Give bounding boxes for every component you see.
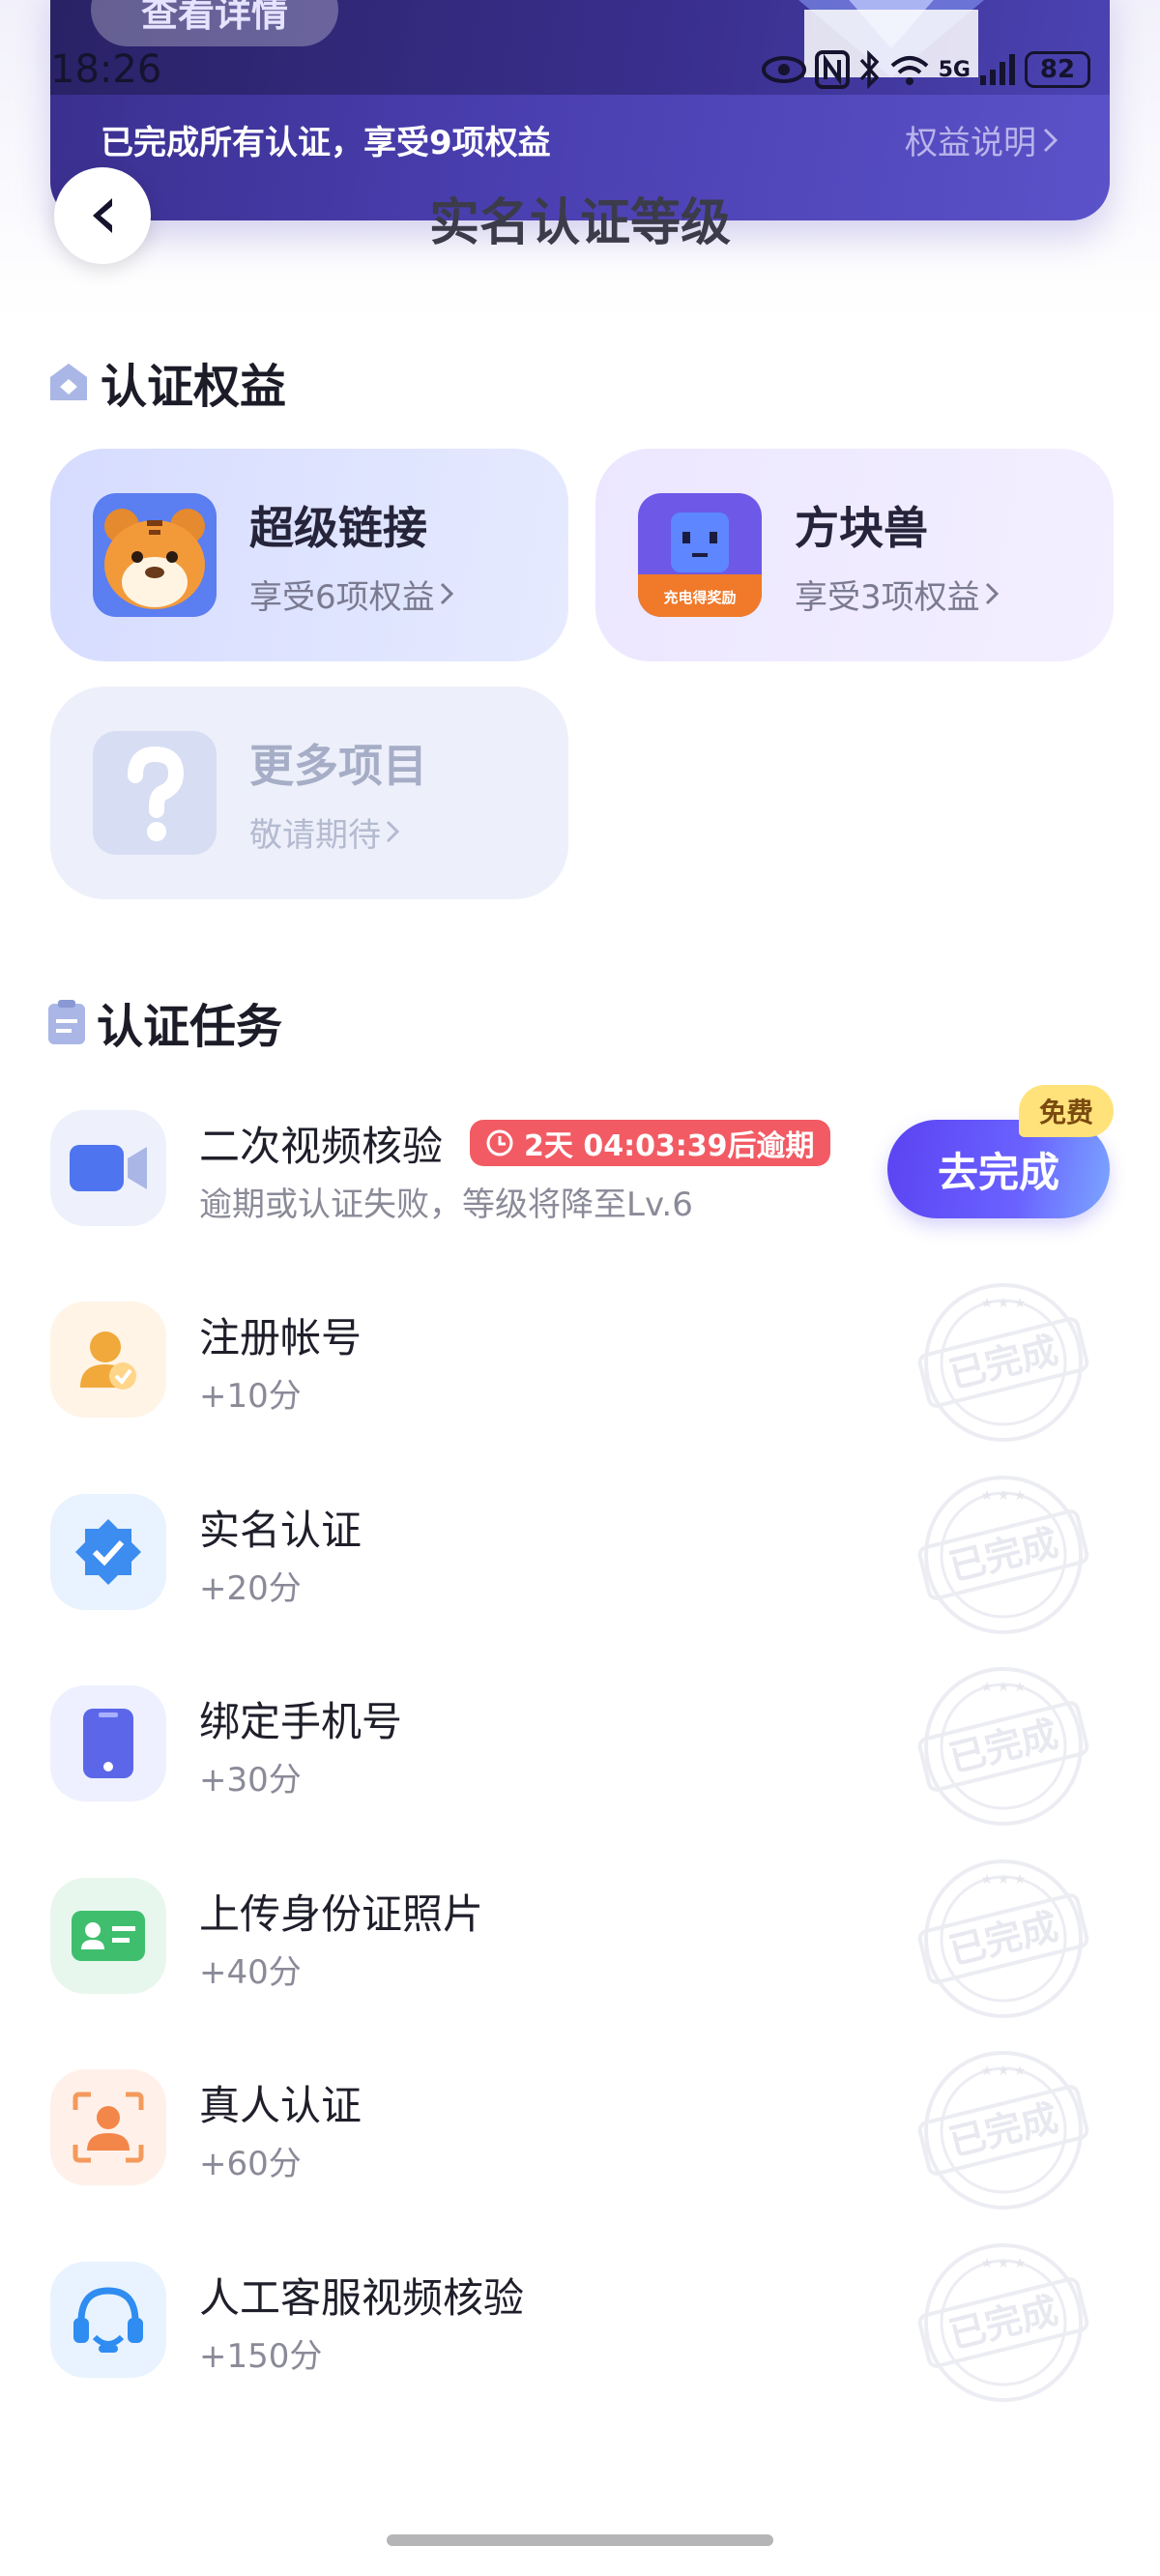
benefits-heading-label: 认证权益 [101,360,287,414]
stamp-text: 已完成 [944,1712,1061,1780]
task-title: 实名认证 [199,1507,362,1554]
home-indicator[interactable] [387,2534,773,2546]
benefit-sub-label: 享受3项权益 [795,577,980,617]
benefit-name: 超级链接 [249,501,427,554]
task-points: +10分 [199,1377,302,1416]
task-row: 上传身份证照片 +40分 ★ ★ ★ 已完成 [50,1859,1110,2018]
task-title: 注册帐号 [199,1314,362,1361]
task-row: 绑定手机号 +30分 ★ ★ ★ 已完成 [50,1667,1110,1826]
deadline-badge: 2天 04:03:39后逾期 [470,1120,830,1166]
eye-icon [761,56,806,83]
task-row: 真人认证 +60分 ★ ★ ★ 已完成 [50,2051,1110,2210]
phone-icon [50,1685,166,1801]
user-check-icon [50,1302,166,1418]
status-bar: 18:26 5G 82 [50,43,1090,97]
clipboard-icon [48,1000,85,1044]
benefit-sub: 享受3项权益 [795,571,1000,618]
view-details-button[interactable]: 查看详情 [91,0,338,46]
task-points: +30分 [199,1761,302,1800]
svg-text:★ ★ ★: ★ ★ ★ [981,1296,1027,1311]
status-icons: 5G 82 [761,50,1090,89]
benefit-sub: 享受6项权益 [249,571,454,618]
tasks-heading: 认证任务 [46,988,282,1056]
chevron-right-icon [985,582,999,605]
task-points: +60分 [199,2145,302,2183]
task-title: 人工客服视频核验 [199,2274,525,2322]
tasks-heading-label: 认证任务 [97,1000,283,1054]
headset-icon [50,2262,166,2378]
benefit-sub-label: 敬请期待 [249,815,381,855]
svg-text:★ ★ ★: ★ ★ ★ [981,2256,1027,2271]
deadline-text: 2天 04:03:39后逾期 [524,1129,815,1163]
task-row: 实名认证 +20分 ★ ★ ★ 已完成 [50,1476,1110,1634]
completed-stamp-icon: ★ ★ ★ 已完成 [917,1667,1089,1826]
completed-stamp-icon: ★ ★ ★ 已完成 [917,2051,1089,2210]
task-title: 上传身份证照片 [199,1890,484,1938]
completed-stamp-icon: ★ ★ ★ 已完成 [917,2243,1089,2402]
task-row: 人工客服视频核验 +150分 ★ ★ ★ 已完成 [50,2243,1110,2402]
task-row: 注册帐号 +10分 ★ ★ ★ 已完成 [50,1283,1110,1442]
wifi-icon [890,56,928,85]
svg-text:★ ★ ★: ★ ★ ★ [981,1680,1027,1695]
svg-text:★ ★ ★: ★ ★ ★ [981,1872,1027,1888]
completed-stamp-icon: ★ ★ ★ 已完成 [917,1476,1089,1634]
svg-text:★ ★ ★: ★ ★ ★ [981,1488,1027,1504]
nfc-icon [814,50,850,89]
video-camera-icon [50,1110,166,1226]
network-type-label: 5G [938,57,971,82]
benefit-name: 更多项目 [249,739,427,792]
benefit-sub: 敬请期待 [249,808,427,856]
chevron-right-icon [1043,128,1058,152]
battery-indicator: 82 [1025,51,1090,88]
benefit-name: 方块兽 [795,501,928,554]
stamp-text: 已完成 [944,2289,1061,2356]
task-description: 逾期或认证失败，等级将降至Lv.6 [199,1186,693,1224]
task-title: 绑定手机号 [199,1698,403,1745]
stamp-text: 已完成 [944,1521,1061,1589]
benefits-heading: 认证权益 [46,348,286,416]
task-points: +150分 [199,2337,323,2376]
face-scan-icon [50,2069,166,2185]
status-time: 18:26 [50,47,162,92]
completed-stamp-icon: ★ ★ ★ 已完成 [917,1859,1089,2018]
task-title: 二次视频核验 [199,1123,444,1170]
benefit-card-super-link[interactable]: 超级链接 享受6项权益 [50,449,568,661]
task-points: +20分 [199,1569,302,1608]
id-card-icon [50,1878,166,1994]
task-points: +40分 [199,1953,302,1992]
verified-badge-icon [50,1494,166,1610]
free-tag: 免费 [1019,1085,1114,1137]
stamp-text: 已完成 [944,2096,1061,2164]
tiger-mascot-icon [93,493,217,617]
chevron-right-icon [386,820,400,843]
stamp-text: 已完成 [944,1329,1061,1396]
bluetooth-icon [859,50,880,89]
chevron-right-icon [440,582,453,605]
cube-beast-icon: 充电得奖励 [638,493,762,617]
signal-bars-icon [980,54,1015,85]
task-video-recheck: 二次视频核验 2天 04:03:39后逾期 逾期或认证失败，等级将降至Lv.6 … [50,1085,1114,1230]
page-title: 实名认证等级 [428,194,731,252]
stamp-text: 已完成 [944,1905,1061,1973]
completed-stamp-icon: ★ ★ ★ 已完成 [917,1283,1089,1442]
benefit-sub-label: 享受6项权益 [249,577,435,617]
task-title: 真人认证 [199,2082,362,2129]
benefit-card-more[interactable]: 更多项目 敬请期待 [50,687,568,899]
svg-text:★ ★ ★: ★ ★ ★ [981,2064,1027,2079]
crown-house-icon [50,364,87,400]
cube-beast-badge: 充电得奖励 [663,589,737,606]
rights-link-label: 权益说明 [905,124,1036,162]
completed-summary: 已完成所有认证，享受9项权益 [101,124,551,162]
clock-icon [486,1129,513,1156]
question-mark-icon [93,731,217,855]
benefit-card-cube-beast[interactable]: 充电得奖励 方块兽 享受3项权益 [595,449,1114,661]
rights-explanation-link[interactable]: 权益说明 [905,116,1059,163]
